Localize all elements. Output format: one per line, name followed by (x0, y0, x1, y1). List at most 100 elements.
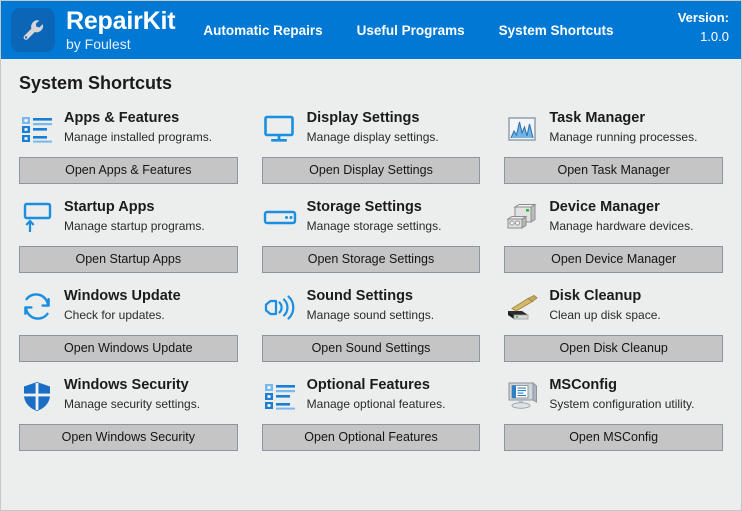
card-startup-apps: Startup Apps Manage startup programs. Op… (19, 198, 238, 273)
card-windows-update: Windows Update Check for updates. Open W… (19, 287, 238, 362)
card-description: Manage running processes. (549, 129, 698, 144)
card-description: Manage security settings. (64, 396, 201, 411)
open-disk-cleanup-button[interactable]: Open Disk Cleanup (504, 335, 723, 362)
open-apps-features-button[interactable]: Open Apps & Features (19, 157, 238, 184)
card-description: Manage startup programs. (64, 218, 205, 233)
card-text: Windows Security Manage security setting… (64, 376, 200, 411)
open-windows-update-button[interactable]: Open Windows Update (19, 335, 238, 362)
card-description: Manage storage settings. (306, 218, 442, 233)
card-title: Windows Update (64, 288, 181, 304)
card-description: Manage optional features. (306, 396, 446, 411)
nav-system-shortcuts[interactable]: System Shortcuts (499, 23, 614, 38)
card-header: Disk Cleanup Clean up disk space. (504, 287, 723, 329)
list-settings-icon (262, 378, 298, 414)
app-header: RepairKit by Foulest Automatic Repairs U… (1, 1, 741, 59)
card-text: Optional Features Manage optional featur… (307, 376, 446, 411)
version-block: Version: 1.0.0 (678, 9, 729, 47)
open-startup-apps-button[interactable]: Open Startup Apps (19, 246, 238, 273)
brand-subtitle: by Foulest (66, 36, 131, 52)
version-label: Version: (677, 10, 729, 25)
card-header: Startup Apps Manage startup programs. (19, 198, 238, 240)
card-sound-settings: Sound Settings Manage sound settings. Op… (261, 287, 481, 362)
card-description: Check for updates. (64, 307, 165, 322)
wrench-icon (19, 16, 47, 44)
card-description: Manage display settings. (306, 129, 439, 144)
card-optional-features: Optional Features Manage optional featur… (261, 376, 481, 451)
card-device-manager: Device Manager Manage hardware devices. … (504, 198, 723, 273)
card-header: Windows Update Check for updates. (19, 287, 238, 329)
card-description: Clean up disk space. (549, 307, 661, 322)
card-description: System configuration utility. (549, 396, 695, 411)
card-title: Windows Security (64, 377, 189, 393)
card-header: Storage Settings Manage storage settings… (262, 198, 481, 240)
card-title: Sound Settings (306, 288, 413, 304)
card-text: Display Settings Manage display settings… (307, 109, 439, 144)
card-title: Device Manager (549, 199, 660, 215)
card-storage-settings: Storage Settings Manage storage settings… (261, 198, 481, 273)
list-settings-icon (19, 111, 55, 147)
card-text: Device Manager Manage hardware devices. (549, 198, 693, 233)
card-disk-cleanup: Disk Cleanup Clean up disk space. Open D… (504, 287, 723, 362)
open-storage-settings-button[interactable]: Open Storage Settings (261, 246, 481, 273)
card-msconfig: MSConfig System configuration utility. O… (504, 376, 723, 451)
card-title: Storage Settings (306, 199, 422, 215)
card-windows-security: Windows Security Manage security setting… (19, 376, 238, 451)
shortcuts-grid: Apps & Features Manage installed program… (19, 109, 723, 451)
card-text: Sound Settings Manage sound settings. (307, 287, 434, 322)
card-title: Startup Apps (64, 199, 155, 215)
nav-automatic-repairs[interactable]: Automatic Repairs (203, 23, 322, 38)
page-title: System Shortcuts (19, 73, 173, 93)
card-text: Windows Update Check for updates. (64, 287, 181, 322)
monitor-icon (262, 111, 298, 147)
card-task-manager: Task Manager Manage running processes. O… (504, 109, 723, 184)
brand-name: RepairKit (66, 7, 176, 35)
card-header: Task Manager Manage running processes. (504, 109, 723, 151)
card-header: Sound Settings Manage sound settings. (262, 287, 481, 329)
open-msconfig-button[interactable]: Open MSConfig (504, 424, 723, 451)
card-title: Display Settings (306, 110, 420, 126)
card-header: Optional Features Manage optional featur… (262, 376, 481, 418)
card-header: MSConfig System configuration utility. (504, 376, 723, 418)
hard-drive-icon (262, 200, 298, 236)
card-text: Disk Cleanup Clean up disk space. (549, 287, 660, 322)
card-title: Task Manager (549, 110, 645, 126)
open-sound-settings-button[interactable]: Open Sound Settings (261, 335, 481, 362)
main-nav: Automatic Repairs Useful Programs System… (203, 23, 613, 38)
card-text: Apps & Features Manage installed program… (64, 109, 212, 144)
page-body: System Shortcuts Apps & Features Manage … (1, 59, 741, 451)
computer-tower-icon (504, 200, 540, 236)
card-title: MSConfig (549, 377, 617, 393)
card-description: Manage sound settings. (306, 307, 435, 322)
card-apps-features: Apps & Features Manage installed program… (19, 109, 238, 184)
card-header: Windows Security Manage security setting… (19, 376, 238, 418)
app-logo (11, 8, 55, 52)
shield-icon (19, 378, 55, 414)
card-text: Storage Settings Manage storage settings… (307, 198, 442, 233)
card-title: Apps & Features (64, 110, 180, 126)
card-text: MSConfig System configuration utility. (549, 376, 694, 411)
brand-block: RepairKit by Foulest (66, 7, 176, 52)
card-description: Manage installed programs. (64, 129, 213, 144)
open-display-settings-button[interactable]: Open Display Settings (261, 157, 481, 184)
card-title: Optional Features (306, 377, 430, 393)
refresh-circle-icon (19, 289, 55, 325)
card-display-settings: Display Settings Manage display settings… (261, 109, 481, 184)
card-description: Manage hardware devices. (549, 218, 694, 233)
open-device-manager-button[interactable]: Open Device Manager (504, 246, 723, 273)
card-title: Disk Cleanup (549, 288, 642, 304)
card-header: Display Settings Manage display settings… (262, 109, 481, 151)
chart-graph-icon (504, 111, 540, 147)
card-header: Device Manager Manage hardware devices. (504, 198, 723, 240)
card-header: Apps & Features Manage installed program… (19, 109, 238, 151)
card-text: Startup Apps Manage startup programs. (64, 198, 205, 233)
open-task-manager-button[interactable]: Open Task Manager (504, 157, 723, 184)
nav-useful-programs[interactable]: Useful Programs (357, 23, 465, 38)
disk-broom-icon (504, 289, 540, 325)
version-value: 1.0.0 (700, 28, 729, 44)
repairkit-window: RepairKit by Foulest Automatic Repairs U… (0, 0, 742, 511)
open-windows-security-button[interactable]: Open Windows Security (19, 424, 238, 451)
card-text: Task Manager Manage running processes. (549, 109, 697, 144)
monitor-arrow-up-icon (19, 200, 55, 236)
open-optional-features-button[interactable]: Open Optional Features (261, 424, 481, 451)
speaker-waves-icon (262, 289, 298, 325)
